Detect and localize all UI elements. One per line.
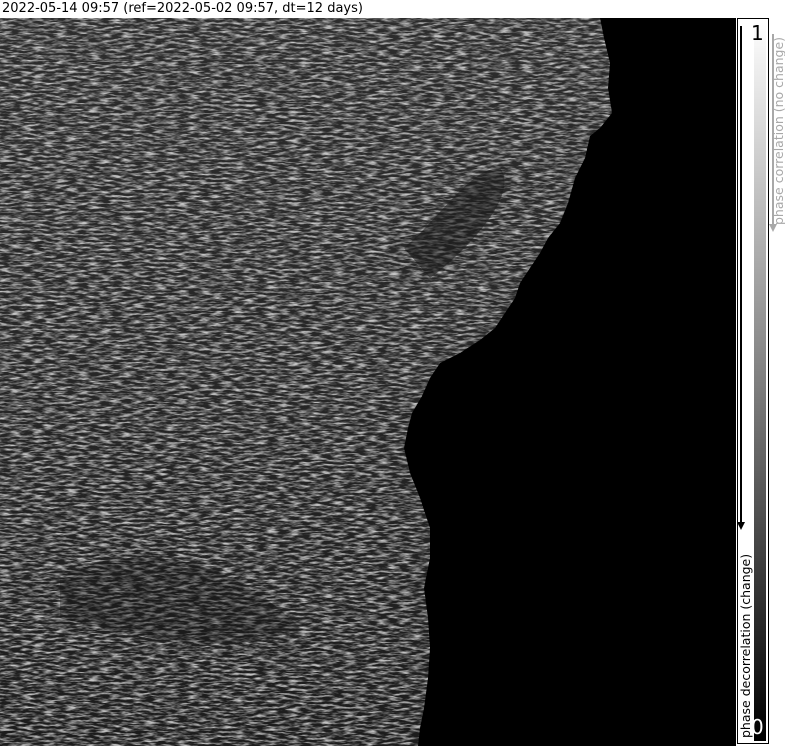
colorbar-top-label: phase correlation (no change) [771,36,785,225]
coherence-image [0,18,736,746]
colorbar-max-label: 1 [751,21,764,45]
colorbar [754,19,766,741]
map-title: 2022-05-14 09:57 (ref=2022-05-02 09:57, … [2,1,363,16]
change-arrow-line [740,26,742,524]
colorbar-bottom-label: phase decorrelation (change) [738,553,753,738]
no-change-arrow-icon [769,224,777,232]
change-arrow-icon [737,522,745,530]
